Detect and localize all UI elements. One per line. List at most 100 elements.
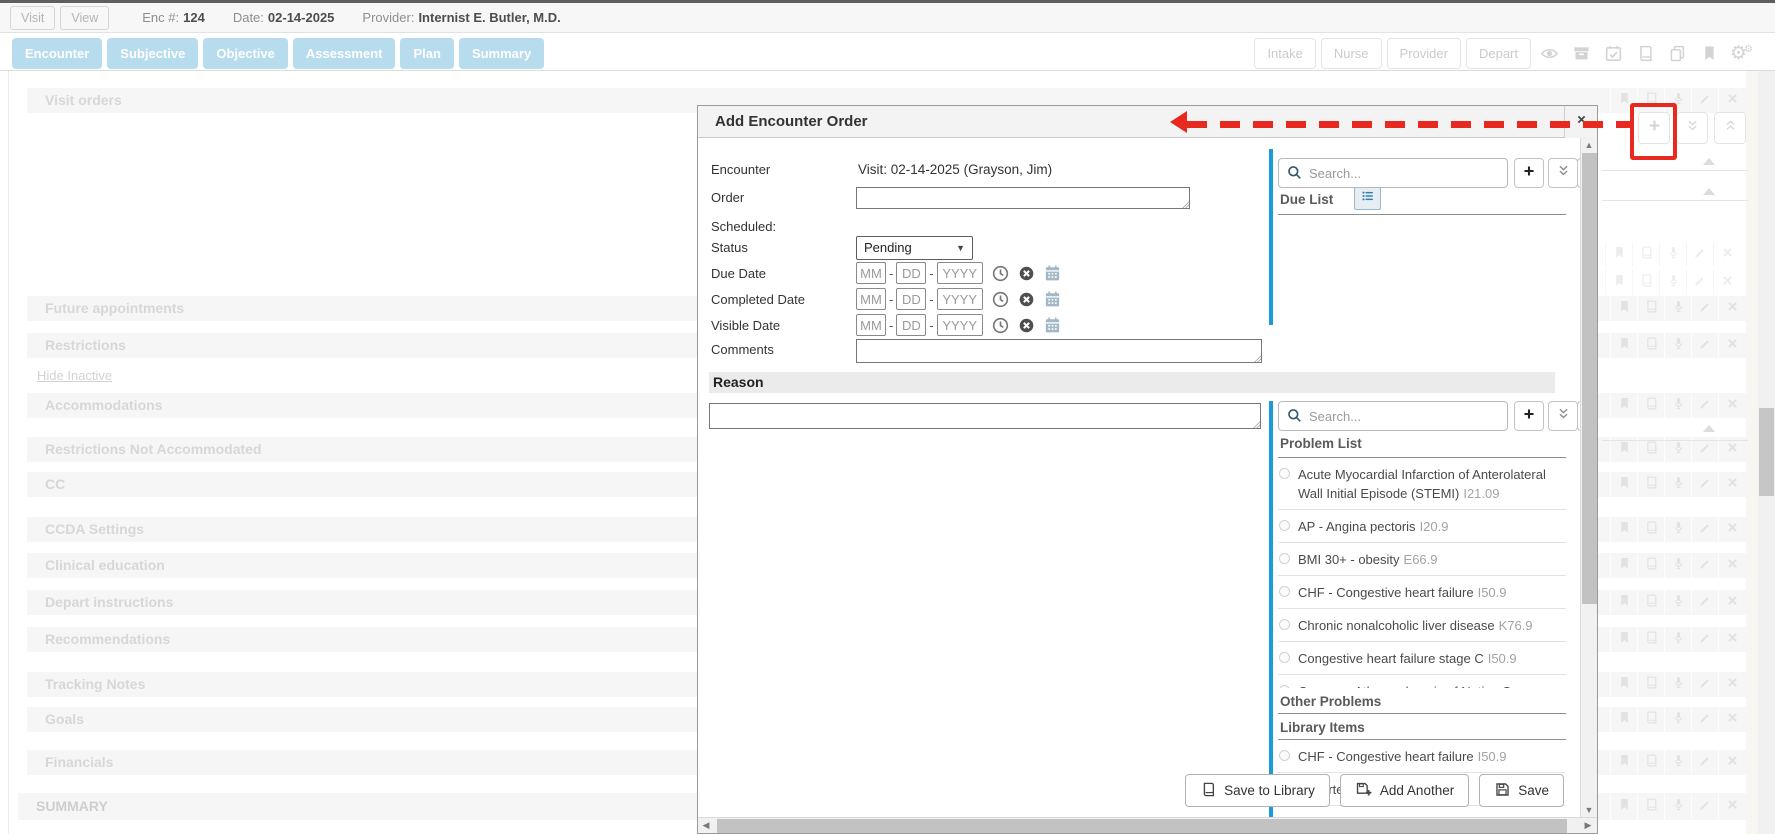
close-button[interactable]	[1564, 106, 1597, 138]
dialog-vscroll-thumb[interactable]	[1582, 153, 1597, 604]
calendar-icon[interactable]	[1043, 316, 1062, 335]
row-book-button[interactable]	[1637, 517, 1664, 542]
row-bookmark-button[interactable]	[1610, 333, 1637, 358]
row-bookmark-button[interactable]	[1610, 672, 1637, 697]
row-bookmark-button[interactable]	[1610, 296, 1637, 321]
scroll-up-arrow[interactable]: ▲	[1581, 138, 1597, 152]
collapse-triangle[interactable]	[1703, 158, 1715, 165]
collapse-all-button[interactable]	[1714, 112, 1746, 144]
row-delete-button[interactable]	[1718, 627, 1745, 652]
section-tab-plan[interactable]: Plan	[400, 38, 453, 69]
clear-date-icon[interactable]	[1018, 317, 1035, 334]
row-delete-button[interactable]	[1718, 393, 1745, 418]
due-expand-button[interactable]	[1548, 158, 1578, 188]
row-pencil-button[interactable]	[1691, 750, 1718, 775]
problem-list-item[interactable]: Chronic nonalcoholic liver diseaseK76.9	[1278, 609, 1566, 642]
row-bookmark-button[interactable]	[1610, 393, 1637, 418]
stage-button-depart[interactable]: Depart	[1466, 38, 1531, 69]
status-select[interactable]: Pending ▼	[856, 236, 973, 260]
row-bookmark-button[interactable]	[1605, 242, 1632, 267]
dialog-vertical-scrollbar[interactable]: ▲ ▼	[1580, 138, 1597, 817]
problem-list-item[interactable]: CHF - Congestive heart failureI50.9	[1278, 740, 1566, 773]
row-book-button[interactable]	[1637, 553, 1664, 578]
row-book-button[interactable]	[1637, 750, 1664, 775]
problem-list-item[interactable]: Acute Myocardial Infarction of Anterolat…	[1278, 458, 1566, 510]
row-microphone-button[interactable]	[1664, 296, 1691, 321]
calendar-icon[interactable]	[1043, 290, 1062, 309]
page-scrollbar-thumb[interactable]	[1759, 408, 1774, 496]
row-pencil-button[interactable]	[1691, 553, 1718, 578]
copy-icon[interactable]	[1664, 40, 1691, 68]
row-delete-button[interactable]	[1718, 793, 1745, 820]
due-search-input[interactable]	[1278, 158, 1508, 188]
row-pencil-button[interactable]	[1686, 242, 1713, 267]
row-book-button[interactable]	[1637, 672, 1664, 697]
stage-button-provider[interactable]: Provider	[1387, 38, 1461, 69]
archive-icon[interactable]	[1568, 40, 1595, 68]
row-book-button[interactable]	[1637, 393, 1664, 418]
row-pencil-button[interactable]	[1691, 627, 1718, 652]
calendar-icon[interactable]	[1043, 264, 1062, 283]
row-pencil-button[interactable]	[1691, 472, 1718, 497]
row-microphone-button[interactable]	[1664, 750, 1691, 775]
row-pencil-button[interactable]	[1691, 707, 1718, 732]
eye-icon[interactable]	[1536, 40, 1563, 68]
row-bookmark-button[interactable]	[1605, 270, 1632, 295]
scroll-right-arrow[interactable]: ▶	[1580, 818, 1596, 833]
row-delete-button[interactable]	[1718, 333, 1745, 358]
row-delete-button[interactable]	[1718, 472, 1745, 497]
visible-month-input[interactable]	[856, 314, 886, 336]
row-book-button[interactable]	[1637, 590, 1664, 615]
scroll-down-arrow[interactable]: ▼	[1581, 803, 1597, 817]
row-delete-button[interactable]	[1718, 296, 1745, 321]
row-microphone-button[interactable]	[1659, 270, 1686, 295]
expand-all-button[interactable]	[1676, 112, 1708, 144]
dialog-horizontal-scrollbar[interactable]: ◀ ▶	[698, 817, 1597, 833]
row-book-button[interactable]	[1637, 472, 1664, 497]
due-year-input[interactable]	[937, 262, 983, 284]
row-book-button[interactable]	[1637, 707, 1664, 732]
row-book-button[interactable]	[1632, 242, 1659, 267]
row-pencil-button[interactable]	[1691, 333, 1718, 358]
row-pencil-button[interactable]	[1686, 270, 1713, 295]
section-tab-subjective[interactable]: Subjective	[107, 38, 198, 69]
row-book-button[interactable]	[1637, 88, 1664, 113]
clear-date-icon[interactable]	[1018, 291, 1035, 308]
row-delete-button[interactable]	[1718, 590, 1745, 615]
row-microphone-button[interactable]	[1659, 242, 1686, 267]
visible-day-input[interactable]	[896, 314, 926, 336]
due-day-input[interactable]	[896, 262, 926, 284]
problem-add-button[interactable]	[1514, 401, 1544, 431]
bookmark-icon[interactable]	[1696, 40, 1723, 68]
comments-textarea[interactable]	[856, 339, 1262, 363]
row-delete-button[interactable]	[1713, 242, 1740, 267]
row-bookmark-button[interactable]	[1610, 750, 1637, 775]
row-microphone-button[interactable]	[1664, 393, 1691, 418]
clear-date-icon[interactable]	[1018, 265, 1035, 282]
row-bookmark-button[interactable]	[1610, 793, 1637, 820]
due-add-button[interactable]	[1514, 158, 1544, 188]
section-tab-encounter[interactable]: Encounter	[12, 38, 102, 69]
row-delete-button[interactable]	[1713, 270, 1740, 295]
save-to-library-button[interactable]: Save to Library	[1185, 774, 1330, 807]
add-another-button[interactable]: Add Another	[1340, 774, 1469, 807]
stage-button-nurse[interactable]: Nurse	[1321, 38, 1382, 69]
row-microphone-button[interactable]	[1664, 472, 1691, 497]
completed-day-input[interactable]	[896, 288, 926, 310]
row-bookmark-button[interactable]	[1610, 707, 1637, 732]
row-book-button[interactable]	[1637, 333, 1664, 358]
completed-year-input[interactable]	[937, 288, 983, 310]
row-microphone-button[interactable]	[1664, 793, 1691, 820]
row-pencil-button[interactable]	[1691, 88, 1718, 113]
collapse-triangle[interactable]	[1703, 425, 1715, 432]
add-order-button[interactable]	[1638, 112, 1670, 144]
collapse-triangle[interactable]	[1703, 188, 1715, 195]
row-microphone-button[interactable]	[1664, 707, 1691, 732]
row-delete-button[interactable]	[1718, 672, 1745, 697]
row-microphone-button[interactable]	[1664, 672, 1691, 697]
row-pencil-button[interactable]	[1691, 517, 1718, 542]
order-lookup-button[interactable]	[1354, 187, 1381, 210]
section-tab-summary[interactable]: Summary	[459, 38, 544, 69]
row-book-button[interactable]	[1637, 793, 1664, 820]
row-bookmark-button[interactable]	[1610, 590, 1637, 615]
